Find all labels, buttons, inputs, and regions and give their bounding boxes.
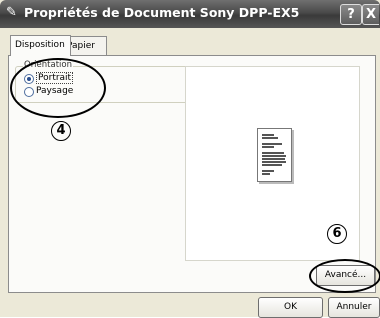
text-line [262, 137, 278, 139]
text-line [262, 161, 286, 163]
text-line [262, 134, 274, 136]
close-button[interactable]: X [362, 4, 379, 25]
callout-number-6: 6 [327, 224, 347, 244]
text-line [262, 146, 274, 148]
window-title: Propriétés de Document Sony DPP-EX5 [24, 5, 300, 20]
ok-button[interactable]: OK [258, 297, 323, 318]
text-line [262, 143, 282, 145]
text-line [262, 173, 270, 175]
callout-number-4: 4 [51, 121, 71, 141]
document-page-icon [257, 128, 292, 182]
text-line [262, 170, 274, 172]
tab-label: Disposition [15, 40, 65, 50]
text-line [262, 158, 285, 160]
text-line [262, 152, 284, 154]
tab-label: Papier [67, 41, 95, 51]
tab-disposition[interactable]: Disposition [10, 35, 71, 56]
help-button[interactable]: ? [340, 4, 362, 25]
title-bar: ✎ Propriétés de Document Sony DPP-EX5 ? … [0, 0, 380, 28]
printer-icon: ✎ [6, 5, 17, 20]
text-line [262, 155, 286, 157]
print-properties-dialog: ✎ Propriétés de Document Sony DPP-EX5 ? … [0, 0, 380, 318]
annotation-circle-advanced [309, 259, 380, 293]
cancel-button[interactable]: Annuler [328, 297, 380, 318]
annotation-circle-orientation [10, 58, 106, 118]
text-line [262, 164, 282, 166]
